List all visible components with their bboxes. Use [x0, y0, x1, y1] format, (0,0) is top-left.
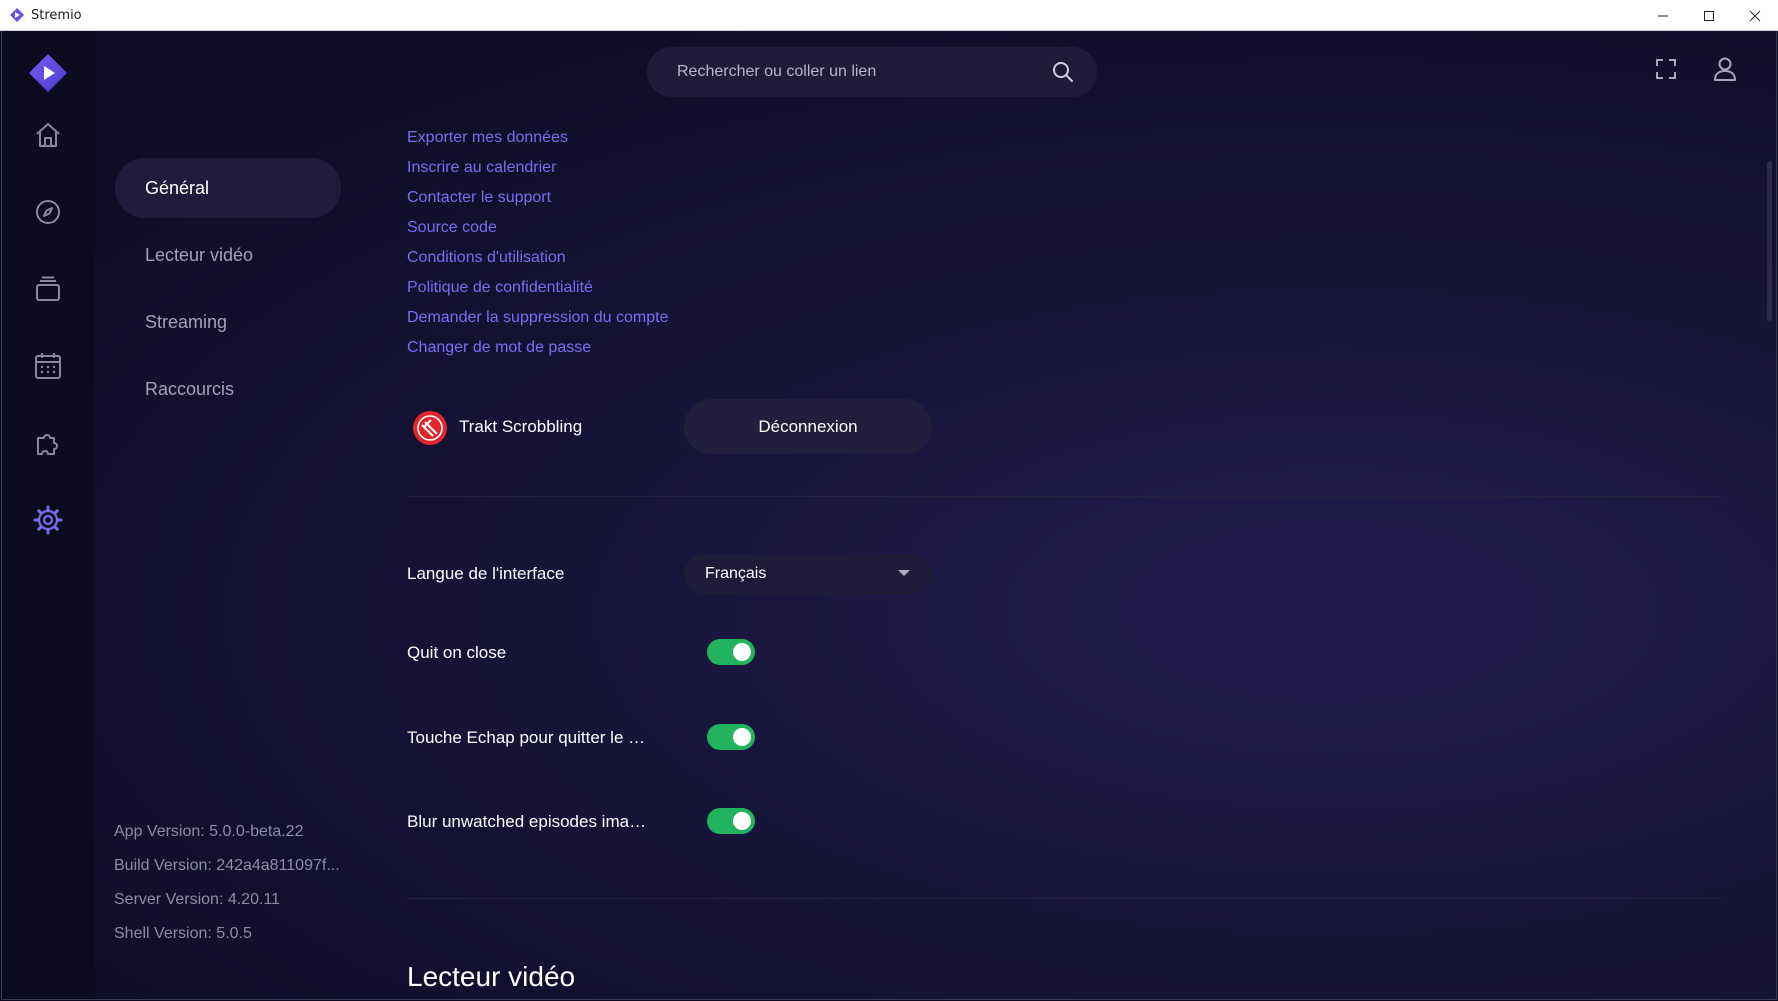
delete-account-link[interactable]: Demander la suppression du compte: [407, 303, 668, 333]
rail-settings-button[interactable]: [28, 500, 68, 540]
calendar-icon: [35, 353, 61, 379]
blur-episodes-label: Blur unwatched episodes image: [407, 812, 647, 831]
addons-icon: [37, 434, 58, 455]
close-window-button[interactable]: [1732, 0, 1778, 31]
server-version: Server Version: 4.20.11: [114, 891, 281, 908]
quit-on-close-label: Quit on close: [407, 643, 507, 662]
change-password-link[interactable]: Changer de mot de passe: [407, 333, 668, 363]
source-code-link[interactable]: Source code: [407, 213, 668, 243]
account-links: Exporter mes données Inscrire au calendr…: [407, 123, 668, 363]
build-version: Build Version: 242a4a811097f...: [114, 857, 340, 874]
shell-version: Shell Version: 5.0.5: [114, 925, 252, 942]
side-nav-video-player[interactable]: Lecteur vidéo: [115, 225, 341, 285]
toggle-knob: [733, 643, 751, 661]
trakt-row: Trakt Scrobbling Déconnexion: [407, 399, 1007, 455]
logout-button[interactable]: Déconnexion: [684, 399, 932, 454]
blur-episodes-row: Blur unwatched episodes image: [407, 802, 1207, 842]
section-divider: [407, 496, 1722, 497]
side-nav-streaming[interactable]: Streaming: [115, 292, 341, 352]
minimize-button[interactable]: [1640, 0, 1686, 31]
toggle-knob: [733, 812, 751, 830]
home-icon: [36, 123, 60, 147]
language-label: Langue de l'interface: [407, 564, 565, 583]
left-rail: [2, 31, 94, 999]
settings-content: Exporter mes données Inscrire au calendr…: [407, 31, 1727, 999]
stremio-logo-icon: [10, 8, 24, 22]
toggle-knob: [733, 728, 751, 746]
discover-icon: [36, 200, 60, 224]
close-icon: [1749, 10, 1761, 21]
app-window: Général Lecteur vidéo Streaming Raccourc…: [1, 31, 1777, 1000]
export-data-link[interactable]: Exporter mes données: [407, 123, 668, 153]
terms-of-use-link[interactable]: Conditions d'utilisation: [407, 243, 668, 273]
side-nav-shortcuts[interactable]: Raccourcis: [115, 359, 341, 419]
escape-exit-toggle[interactable]: [707, 724, 755, 750]
section-divider: [407, 898, 1722, 899]
minimize-icon: [1658, 15, 1668, 16]
quit-on-close-toggle[interactable]: [707, 639, 755, 665]
dropdown-caret-icon: [898, 570, 910, 576]
content-scrollbar[interactable]: [1767, 161, 1772, 321]
quit-on-close-row: Quit on close: [407, 633, 1207, 673]
settings-side-nav: Général Lecteur vidéo Streaming Raccourc…: [115, 158, 341, 426]
settings-icon: [33, 505, 63, 535]
window-title: Stremio: [31, 7, 82, 23]
language-select[interactable]: Français: [684, 554, 932, 594]
blur-episodes-toggle[interactable]: [707, 808, 755, 834]
maximize-icon: [1704, 10, 1714, 21]
language-select-value: Français: [705, 565, 767, 582]
video-player-section-heading: Lecteur vidéo: [407, 961, 576, 992]
rail-library-button[interactable]: [28, 269, 68, 309]
maximize-button[interactable]: [1686, 0, 1732, 31]
language-setting-row: Langue de l'interface Français: [407, 554, 1207, 594]
side-nav-general[interactable]: Général: [115, 158, 341, 218]
rail-calendar-button[interactable]: [28, 346, 68, 386]
rail-home-button[interactable]: [28, 115, 68, 155]
library-icon: [36, 276, 60, 301]
trakt-label: Trakt Scrobbling: [459, 417, 583, 436]
rail-discover-button[interactable]: [28, 192, 68, 232]
privacy-policy-link[interactable]: Politique de confidentialité: [407, 273, 668, 303]
escape-exit-label: Touche Echap pour quitter le pl...: [407, 728, 647, 747]
window-titlebar: Stremio: [0, 0, 1778, 31]
trakt-logo-icon: [413, 411, 447, 445]
version-info: App Version: 5.0.0-beta.22 Build Version…: [114, 815, 344, 951]
app-version: App Version: 5.0.0-beta.22: [114, 823, 304, 840]
stremio-logo-icon[interactable]: [28, 53, 68, 93]
rail-addons-button[interactable]: [28, 423, 68, 463]
contact-support-link[interactable]: Contacter le support: [407, 183, 668, 213]
escape-exit-row: Touche Echap pour quitter le pl...: [407, 718, 1207, 758]
subscribe-calendar-link[interactable]: Inscrire au calendrier: [407, 153, 668, 183]
